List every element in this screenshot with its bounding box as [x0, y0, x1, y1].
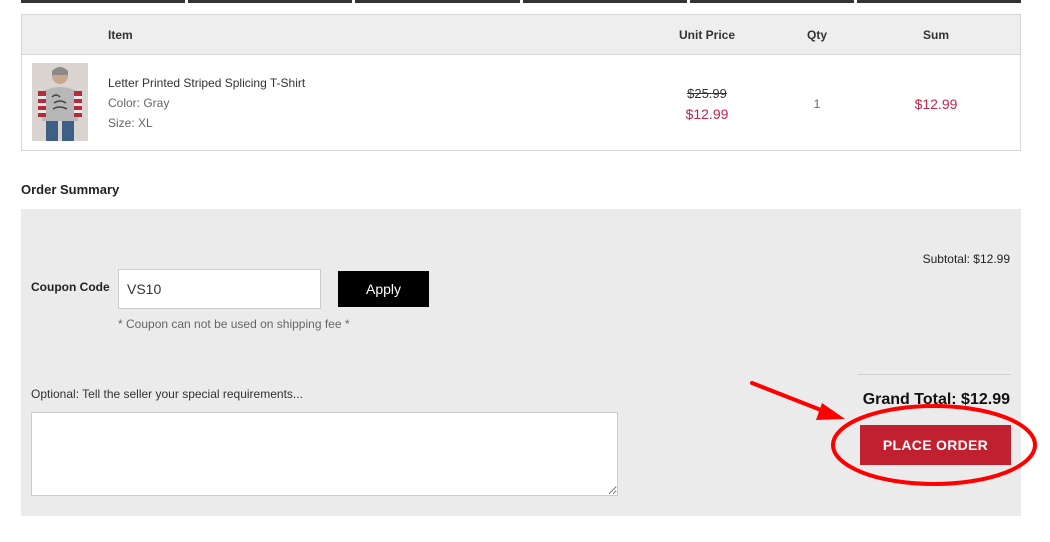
- coupon-code-label: Coupon Code: [31, 280, 110, 294]
- product-name[interactable]: Letter Printed Striped Splicing T-Shirt: [108, 76, 305, 90]
- grand-total: Grand Total: $12.99: [862, 391, 1010, 408]
- header-item: Item: [108, 28, 133, 42]
- top-divider: [21, 0, 1022, 3]
- header-unit-price: Unit Price: [678, 28, 735, 42]
- order-summary-title: Order Summary: [21, 182, 120, 197]
- cart-table: Item Unit Price Qty Sum Letter Printed S…: [21, 14, 1021, 151]
- header-sum: Sum: [922, 28, 949, 42]
- unit-price: $12.99: [685, 106, 729, 122]
- apply-coupon-button[interactable]: Apply: [338, 271, 429, 307]
- original-price: $25.99: [687, 86, 727, 101]
- subtotal: Subtotal: $12.99: [922, 252, 1010, 266]
- product-thumbnail[interactable]: [32, 63, 88, 141]
- order-summary-panel: Coupon Code Apply * Coupon can not be us…: [21, 209, 1021, 516]
- place-order-button[interactable]: PLACE ORDER: [860, 425, 1011, 465]
- requirements-label: Optional: Tell the seller your special r…: [31, 387, 303, 401]
- requirements-textarea[interactable]: [31, 412, 618, 496]
- table-row: Letter Printed Striped Splicing T-Shirt …: [22, 55, 1020, 151]
- header-qty: Qty: [806, 28, 827, 42]
- quantity: 1: [813, 97, 821, 111]
- coupon-code-input[interactable]: [118, 269, 321, 309]
- product-size: Size: XL: [108, 116, 153, 130]
- cart-table-header: Item Unit Price Qty Sum: [22, 15, 1020, 55]
- line-sum: $12.99: [914, 96, 958, 112]
- total-divider: [858, 374, 1011, 375]
- product-color: Color: Gray: [108, 96, 170, 110]
- coupon-note: * Coupon can not be used on shipping fee…: [118, 317, 350, 331]
